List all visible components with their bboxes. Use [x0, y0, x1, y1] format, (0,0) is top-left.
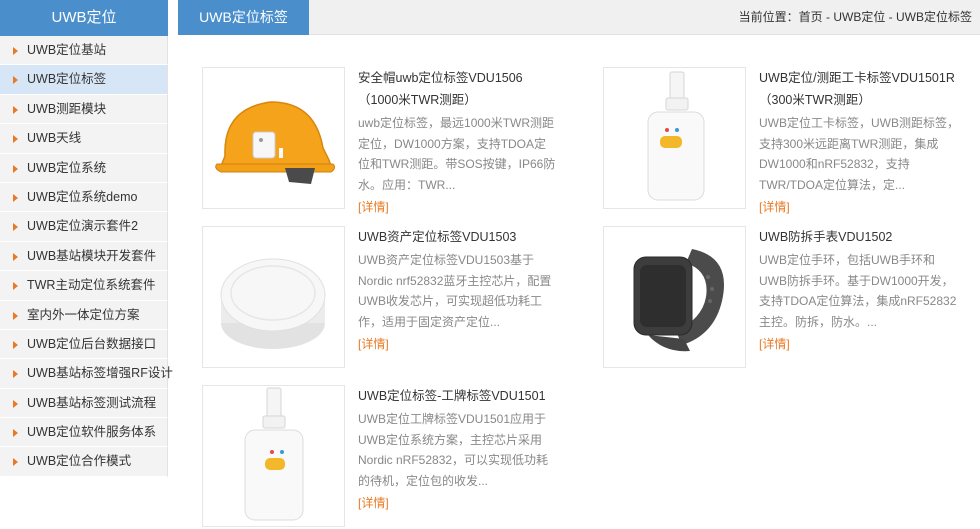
details-link[interactable]: [详情] [358, 198, 389, 215]
arrow-right-icon [13, 399, 18, 408]
sidebar-item-cooperation[interactable]: UWB定位合作模式 [0, 447, 168, 477]
product-info: UWB定位/测距工卡标签VDU1501R（300米TWR测距） UWB定位工卡标… [759, 67, 959, 216]
sidebar-item-label: UWB定位标签 [27, 72, 107, 87]
sidebar-list: UWB定位基站 UWB定位标签 UWB测距模块 UWB天线 UWB定位系统 UW… [0, 36, 173, 477]
sidebar-item-label: UWB基站标签增强RF设计 [27, 366, 173, 381]
arrow-right-icon [13, 370, 18, 379]
product-title[interactable]: UWB资产定位标签VDU1503 [358, 226, 558, 248]
product-image-watch[interactable] [603, 226, 746, 368]
sidebar-item-system[interactable]: UWB定位系统 [0, 153, 168, 183]
sidebar-item-label: UWB基站模块开发套件 [27, 248, 157, 263]
product-description: uwb定位标签，最远1000米TWR测距定位，DW1000方案，支持TDOA定位… [358, 116, 556, 192]
section-tab: UWB定位标签 [178, 0, 309, 35]
sidebar-item-label: UWB定位系统 [27, 160, 107, 175]
arrow-right-icon [13, 105, 18, 114]
sidebar-item-label: UWB天线 [27, 131, 82, 146]
sidebar-item-label: TWR主动定位系统套件 [27, 278, 156, 293]
sidebar-item-tags[interactable]: UWB定位标签 [0, 65, 168, 95]
breadcrumb: 当前位置：首页 - UWB定位 - UWB定位标签 [738, 10, 972, 24]
sidebar-item-rf-design[interactable]: UWB基站标签增强RF设计 [0, 359, 173, 389]
sidebar-item-label: UWB定位系统demo [27, 189, 138, 204]
arrow-right-icon [13, 252, 18, 261]
arrow-right-icon [13, 193, 18, 202]
sidebar-item-label: UWB测距模块 [27, 101, 107, 116]
product-info: UWB资产定位标签VDU1503 UWB资产定位标签VDU1503基于Nordi… [358, 226, 558, 353]
sidebar-item-data-api[interactable]: UWB定位后台数据接口 [0, 329, 168, 360]
product-description: UWB定位工卡标签，UWB测距标签，支持300米远距离TWR测距，集成DW100… [759, 116, 959, 192]
product-image-asset-tag[interactable] [202, 226, 345, 368]
asset-tag-icon [220, 258, 326, 349]
arrow-right-icon [13, 282, 18, 291]
sidebar-item-base-station[interactable]: UWB定位基站 [0, 36, 168, 66]
product-card: UWB防拆手表VDU1502 UWB定位手环，包括UWB手环和UWB防拆手环。基… [603, 226, 973, 368]
sidebar-title: UWB定位 [0, 0, 168, 36]
sidebar-item-software-service[interactable]: UWB定位软件服务体系 [0, 418, 168, 448]
arrow-right-icon [13, 429, 18, 438]
sidebar-item-ranging-module[interactable]: UWB测距模块 [0, 94, 168, 125]
sidebar-item-label: UWB定位基站 [27, 43, 107, 57]
sidebar-item-test-process[interactable]: UWB基站标签测试流程 [0, 388, 168, 419]
sidebar-item-label: UWB基站标签测试流程 [27, 395, 157, 410]
product-description: UWB定位手环，包括UWB手环和UWB防拆手环。基于DW1000开发，支持TDO… [759, 253, 957, 329]
product-title[interactable]: UWB定位/测距工卡标签VDU1501R（300米TWR测距） [759, 67, 959, 111]
arrow-right-icon [13, 458, 18, 467]
details-link[interactable]: [详情] [358, 335, 389, 352]
arrow-right-icon [13, 311, 18, 320]
product-info: UWB定位标签-工牌标签VDU1501 UWB定位工牌标签VDU1501应用于U… [358, 385, 558, 512]
sidebar-item-label: 室内外一体定位方案 [27, 307, 140, 322]
arrow-right-icon [13, 164, 18, 173]
details-link[interactable]: [详情] [759, 335, 790, 352]
product-card: UWB定位/测距工卡标签VDU1501R（300米TWR测距） UWB定位工卡标… [603, 67, 973, 214]
product-image-helmet[interactable] [202, 67, 345, 209]
sidebar-item-indoor-outdoor[interactable]: 室内外一体定位方案 [0, 300, 168, 330]
arrow-right-icon [13, 47, 18, 55]
sidebar-item-antenna[interactable]: UWB天线 [0, 124, 168, 154]
sidebar-item-label: UWB定位合作模式 [27, 454, 132, 469]
details-link[interactable]: [详情] [759, 198, 790, 215]
product-title[interactable]: UWB防拆手表VDU1502 [759, 226, 959, 248]
product-card: UWB资产定位标签VDU1503 UWB资产定位标签VDU1503基于Nordi… [202, 226, 572, 368]
sidebar-item-twr-kit[interactable]: TWR主动定位系统套件 [0, 271, 168, 301]
arrow-right-icon [13, 340, 18, 349]
product-card: 安全帽uwb定位标签VDU1506（1000米TWR测距） uwb定位标签，最远… [202, 67, 572, 214]
sidebar-item-demo-kit[interactable]: UWB定位演示套件2 [0, 212, 168, 242]
product-title[interactable]: UWB定位标签-工牌标签VDU1501 [358, 385, 558, 407]
product-title[interactable]: 安全帽uwb定位标签VDU1506（1000米TWR测距） [358, 67, 558, 111]
badge-tag-icon [244, 387, 304, 521]
product-description: UWB资产定位标签VDU1503基于Nordic nrf52832蓝牙主控芯片，… [358, 253, 552, 329]
sidebar-item-dev-kit[interactable]: UWB基站模块开发套件 [0, 241, 168, 272]
content-header: UWB定位标签 当前位置：首页 - UWB定位 - UWB定位标签 [178, 0, 980, 35]
arrow-right-icon [13, 76, 18, 85]
helmet-icon [215, 101, 336, 184]
product-image-badge[interactable] [603, 67, 746, 209]
sidebar-item-system-demo[interactable]: UWB定位系统demo [0, 182, 168, 213]
product-image-badge[interactable] [202, 385, 345, 527]
product-card: UWB定位标签-工牌标签VDU1501 UWB定位工牌标签VDU1501应用于U… [202, 385, 572, 527]
sidebar-item-label: UWB定位后台数据接口 [27, 336, 157, 351]
wristband-icon [633, 249, 724, 352]
arrow-right-icon [13, 223, 18, 232]
badge-tag-icon [647, 71, 705, 201]
details-link[interactable]: [详情] [358, 494, 389, 511]
sidebar-item-label: UWB定位软件服务体系 [27, 425, 157, 440]
sidebar-item-label: UWB定位演示套件2 [27, 219, 139, 234]
sidebar: UWB定位 UWB定位基站 UWB定位标签 UWB测距模块 UWB天线 UWB定… [0, 0, 173, 477]
product-description: UWB定位工牌标签VDU1501应用于UWB定位系统方案，主控芯片采用Nordi… [358, 412, 549, 488]
product-info: 安全帽uwb定位标签VDU1506（1000米TWR测距） uwb定位标签，最远… [358, 67, 558, 216]
arrow-right-icon [13, 135, 18, 144]
product-info: UWB防拆手表VDU1502 UWB定位手环，包括UWB手环和UWB防拆手环。基… [759, 226, 959, 353]
